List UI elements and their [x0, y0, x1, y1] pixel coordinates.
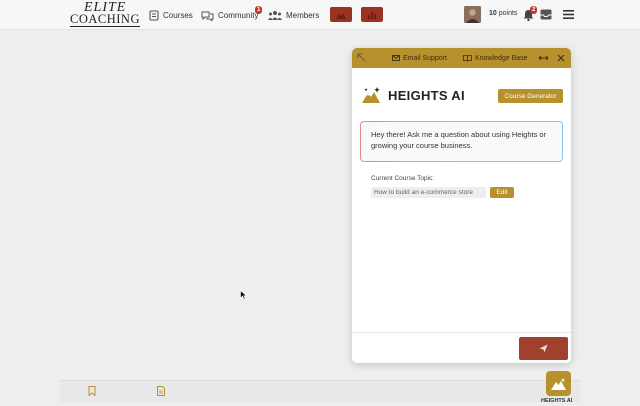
- knowledge-base-label: Knowledge Base: [475, 54, 528, 62]
- hamburger-menu-icon[interactable]: [563, 10, 574, 19]
- greeting-text: Hey there! Ask me a question about using…: [361, 122, 562, 161]
- greeting-message: Hey there! Ask me a question about using…: [360, 121, 563, 162]
- nav-members-label: Members: [286, 10, 320, 20]
- top-navigation-bar: ELITE COACHING Courses Community 1 Membe…: [0, 0, 640, 30]
- heights-ai-launcher-label: HEIGHTS AI: [541, 398, 573, 404]
- elite-coaching-logo[interactable]: ELITE COACHING: [70, 1, 140, 27]
- course-generator-button[interactable]: Course Generator: [498, 89, 563, 103]
- nav-members[interactable]: Members: [268, 8, 319, 22]
- community-notification-badge: 1: [255, 6, 263, 14]
- close-icon[interactable]: [557, 54, 565, 62]
- book-icon: [463, 54, 472, 62]
- send-button[interactable]: [519, 337, 568, 360]
- toolbar-red-button-1[interactable]: [330, 7, 352, 22]
- send-paper-plane-icon: [539, 344, 548, 353]
- knowledge-base-link[interactable]: Knowledge Base: [463, 53, 528, 63]
- heights-mountain-launcher-icon: [550, 377, 566, 390]
- course-topic-value: How to build an e-commerce store: [371, 187, 486, 198]
- points-label: points: [498, 10, 518, 17]
- points-value: 10: [489, 10, 497, 17]
- chart-icon: [368, 11, 376, 19]
- mouse-cursor-icon: [240, 290, 247, 300]
- email-support-link[interactable]: Email Support: [392, 53, 447, 63]
- courses-icon: [149, 9, 159, 21]
- heights-ai-brand: HEIGHTS AI: [362, 87, 465, 103]
- nav-courses[interactable]: Courses: [149, 8, 193, 22]
- nav-courses-label: Courses: [163, 10, 193, 20]
- user-photo-icon: [464, 6, 481, 23]
- heights-mountain-logo-icon: [362, 87, 380, 103]
- edit-topic-button[interactable]: Edit: [490, 187, 514, 198]
- envelope-icon: [392, 55, 400, 61]
- document-icon[interactable]: [157, 386, 165, 396]
- nav-community[interactable]: Community: [201, 8, 258, 22]
- inbox-icon[interactable]: [540, 9, 552, 20]
- points-display: 10 points: [489, 10, 517, 17]
- members-group-icon: [268, 10, 282, 20]
- heights-ai-title: HEIGHTS AI: [388, 87, 465, 103]
- toolbar-red-button-2[interactable]: [361, 7, 383, 22]
- heights-ai-panel: Email Support Knowledge Base HEIGHTS AI …: [352, 48, 571, 363]
- email-support-label: Email Support: [403, 54, 447, 62]
- heights-ai-launcher-button[interactable]: [546, 371, 571, 396]
- collapse-arrow-icon[interactable]: [357, 53, 366, 62]
- user-avatar[interactable]: [464, 6, 481, 23]
- logo-line-2: COACHING: [70, 12, 140, 27]
- expand-horizontal-icon[interactable]: [538, 54, 549, 62]
- bottom-toolbar: [60, 380, 580, 402]
- course-topic-label: Current Course Topic:: [371, 175, 435, 182]
- panel-header: Email Support Knowledge Base: [352, 48, 571, 68]
- landscape-icon: [336, 12, 346, 19]
- bookmark-icon[interactable]: [88, 386, 96, 396]
- community-chat-icon: [201, 11, 214, 21]
- notification-badge: 2: [530, 6, 538, 14]
- nav-community-label: Community: [218, 10, 259, 20]
